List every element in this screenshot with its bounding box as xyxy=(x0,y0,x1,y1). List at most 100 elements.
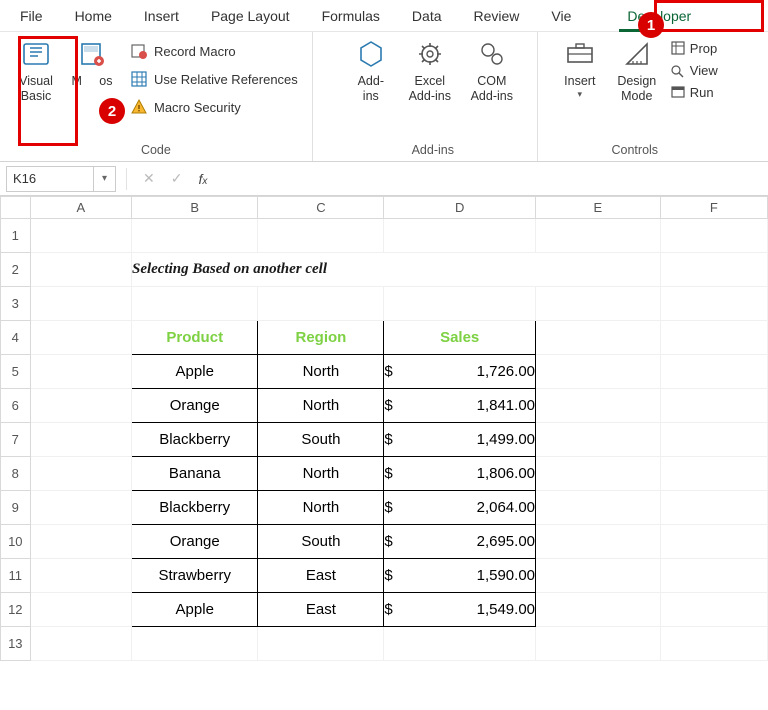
ruler-triangle-icon xyxy=(621,38,653,70)
col-header[interactable]: B xyxy=(131,197,258,219)
excel-addins-button[interactable]: Excel Add-ins xyxy=(399,34,461,108)
use-relative-button[interactable]: Use Relative References xyxy=(124,68,304,90)
row-header[interactable]: 13 xyxy=(1,627,31,661)
tab-file[interactable]: File xyxy=(8,4,55,28)
row-header[interactable]: 8 xyxy=(1,457,31,491)
run-dialog-button[interactable]: Run xyxy=(670,84,718,100)
row-header[interactable]: 7 xyxy=(1,423,31,457)
tab-formulas[interactable]: Formulas xyxy=(310,4,392,28)
ribbon-group-controls: Insert ▾ Design Mode Prop View Run xyxy=(538,32,726,161)
cell-region[interactable]: East xyxy=(258,593,384,627)
row-header[interactable]: 11 xyxy=(1,559,31,593)
cell-region[interactable]: East xyxy=(258,559,384,593)
tab-insert[interactable]: Insert xyxy=(132,4,191,28)
properties-button[interactable]: Prop xyxy=(670,40,718,56)
tab-page-layout[interactable]: Page Layout xyxy=(199,4,302,28)
grid-icon xyxy=(130,70,148,88)
cell-sales[interactable]: $1,590.00 xyxy=(384,559,536,593)
cell-product[interactable]: Orange xyxy=(131,389,258,423)
macro-security-label: Macro Security xyxy=(154,100,241,115)
cell-product[interactable]: Blackberry xyxy=(131,491,258,525)
row-header[interactable]: 10 xyxy=(1,525,31,559)
macro-security-button[interactable]: Macro Security xyxy=(124,96,304,118)
cell-product[interactable]: Banana xyxy=(131,457,258,491)
formula-input[interactable] xyxy=(217,167,762,191)
cell-sales[interactable]: $2,695.00 xyxy=(384,525,536,559)
col-header[interactable]: E xyxy=(536,197,661,219)
properties-label: Prop xyxy=(690,41,717,56)
col-header[interactable]: C xyxy=(258,197,384,219)
chevron-down-icon: ▾ xyxy=(578,89,583,100)
cell-region[interactable]: North xyxy=(258,389,384,423)
table-header-sales[interactable]: Sales xyxy=(384,321,536,355)
row-header[interactable]: 3 xyxy=(1,287,31,321)
cell-region[interactable]: South xyxy=(258,423,384,457)
gear-icon xyxy=(414,38,446,70)
cell-region[interactable]: South xyxy=(258,525,384,559)
record-macro-button[interactable]: Record Macro xyxy=(124,40,304,62)
group-label-addins: Add-ins xyxy=(343,143,523,159)
enter-formula-icon[interactable]: ✓ xyxy=(165,170,189,187)
tab-data[interactable]: Data xyxy=(400,4,454,28)
record-macro-icon xyxy=(130,42,148,60)
row-header[interactable]: 6 xyxy=(1,389,31,423)
select-all-corner[interactable] xyxy=(1,197,31,219)
tab-view[interactable]: Vie xyxy=(539,4,583,28)
tab-review[interactable]: Review xyxy=(462,4,532,28)
hexagon-icon xyxy=(355,38,387,70)
run-dialog-icon xyxy=(670,84,686,100)
view-code-button[interactable]: View xyxy=(670,62,718,78)
com-addins-label: COM Add-ins xyxy=(471,74,513,104)
cell-region[interactable]: North xyxy=(258,491,384,525)
insert-control-label: Insert xyxy=(564,74,595,89)
gear-small-icon xyxy=(476,38,508,70)
row-header[interactable]: 12 xyxy=(1,593,31,627)
col-header[interactable]: A xyxy=(30,197,131,219)
col-header[interactable]: F xyxy=(660,197,767,219)
annotation-badge-2: 2 xyxy=(99,98,125,124)
cell-sales[interactable]: $1,841.00 xyxy=(384,389,536,423)
insert-control-button[interactable]: Insert ▾ xyxy=(552,34,608,104)
annotation-box-developer xyxy=(654,0,764,32)
record-macro-label: Record Macro xyxy=(154,44,236,59)
cell-sales[interactable]: $1,806.00 xyxy=(384,457,536,491)
row-header[interactable]: 1 xyxy=(1,219,31,253)
cell-product[interactable]: Strawberry xyxy=(131,559,258,593)
design-mode-button[interactable]: Design Mode xyxy=(608,34,666,108)
fx-icon[interactable]: fx xyxy=(192,171,213,187)
annotation-badge-1: 1 xyxy=(638,12,664,38)
addins-button[interactable]: Add- ins xyxy=(343,34,399,108)
cell-product[interactable]: Apple xyxy=(131,593,258,627)
macros-icon xyxy=(76,38,108,70)
table-header-region[interactable]: Region xyxy=(258,321,384,355)
name-box[interactable] xyxy=(6,166,94,192)
design-mode-label: Design Mode xyxy=(617,74,656,104)
row-header[interactable]: 5 xyxy=(1,355,31,389)
excel-addins-label: Excel Add-ins xyxy=(409,74,451,104)
cell-region[interactable]: North xyxy=(258,355,384,389)
cell-sales[interactable]: $1,549.00 xyxy=(384,593,536,627)
row-header[interactable]: 4 xyxy=(1,321,31,355)
view-code-icon xyxy=(670,62,686,78)
formula-bar: ▾ ✕ ✓ fx xyxy=(0,162,768,196)
cancel-formula-icon[interactable]: ✕ xyxy=(137,170,161,187)
cell-product[interactable]: Apple xyxy=(131,355,258,389)
cell-sales[interactable]: $2,064.00 xyxy=(384,491,536,525)
table-header-product[interactable]: Product xyxy=(131,321,258,355)
cell-product[interactable]: Orange xyxy=(131,525,258,559)
cell-product[interactable]: Blackberry xyxy=(131,423,258,457)
row-header[interactable]: 2 xyxy=(1,253,31,287)
tab-home[interactable]: Home xyxy=(63,4,124,28)
ribbon-group-addins: Add- ins Excel Add-ins COM Add-ins Add-i… xyxy=(313,32,538,161)
cell-sales[interactable]: $1,726.00 xyxy=(384,355,536,389)
annotation-box-visual-basic xyxy=(18,36,78,146)
use-relative-label: Use Relative References xyxy=(154,72,298,87)
ribbon: Visual Basic Macros Record Macro Use Rel… xyxy=(0,32,768,162)
col-header[interactable]: D xyxy=(384,197,536,219)
worksheet[interactable]: A B C D E F 1 2 Selecting Based on anoth… xyxy=(0,196,768,661)
name-box-dropdown[interactable]: ▾ xyxy=(94,166,116,192)
com-addins-button[interactable]: COM Add-ins xyxy=(461,34,523,108)
cell-sales[interactable]: $1,499.00 xyxy=(384,423,536,457)
row-header[interactable]: 9 xyxy=(1,491,31,525)
cell-region[interactable]: North xyxy=(258,457,384,491)
